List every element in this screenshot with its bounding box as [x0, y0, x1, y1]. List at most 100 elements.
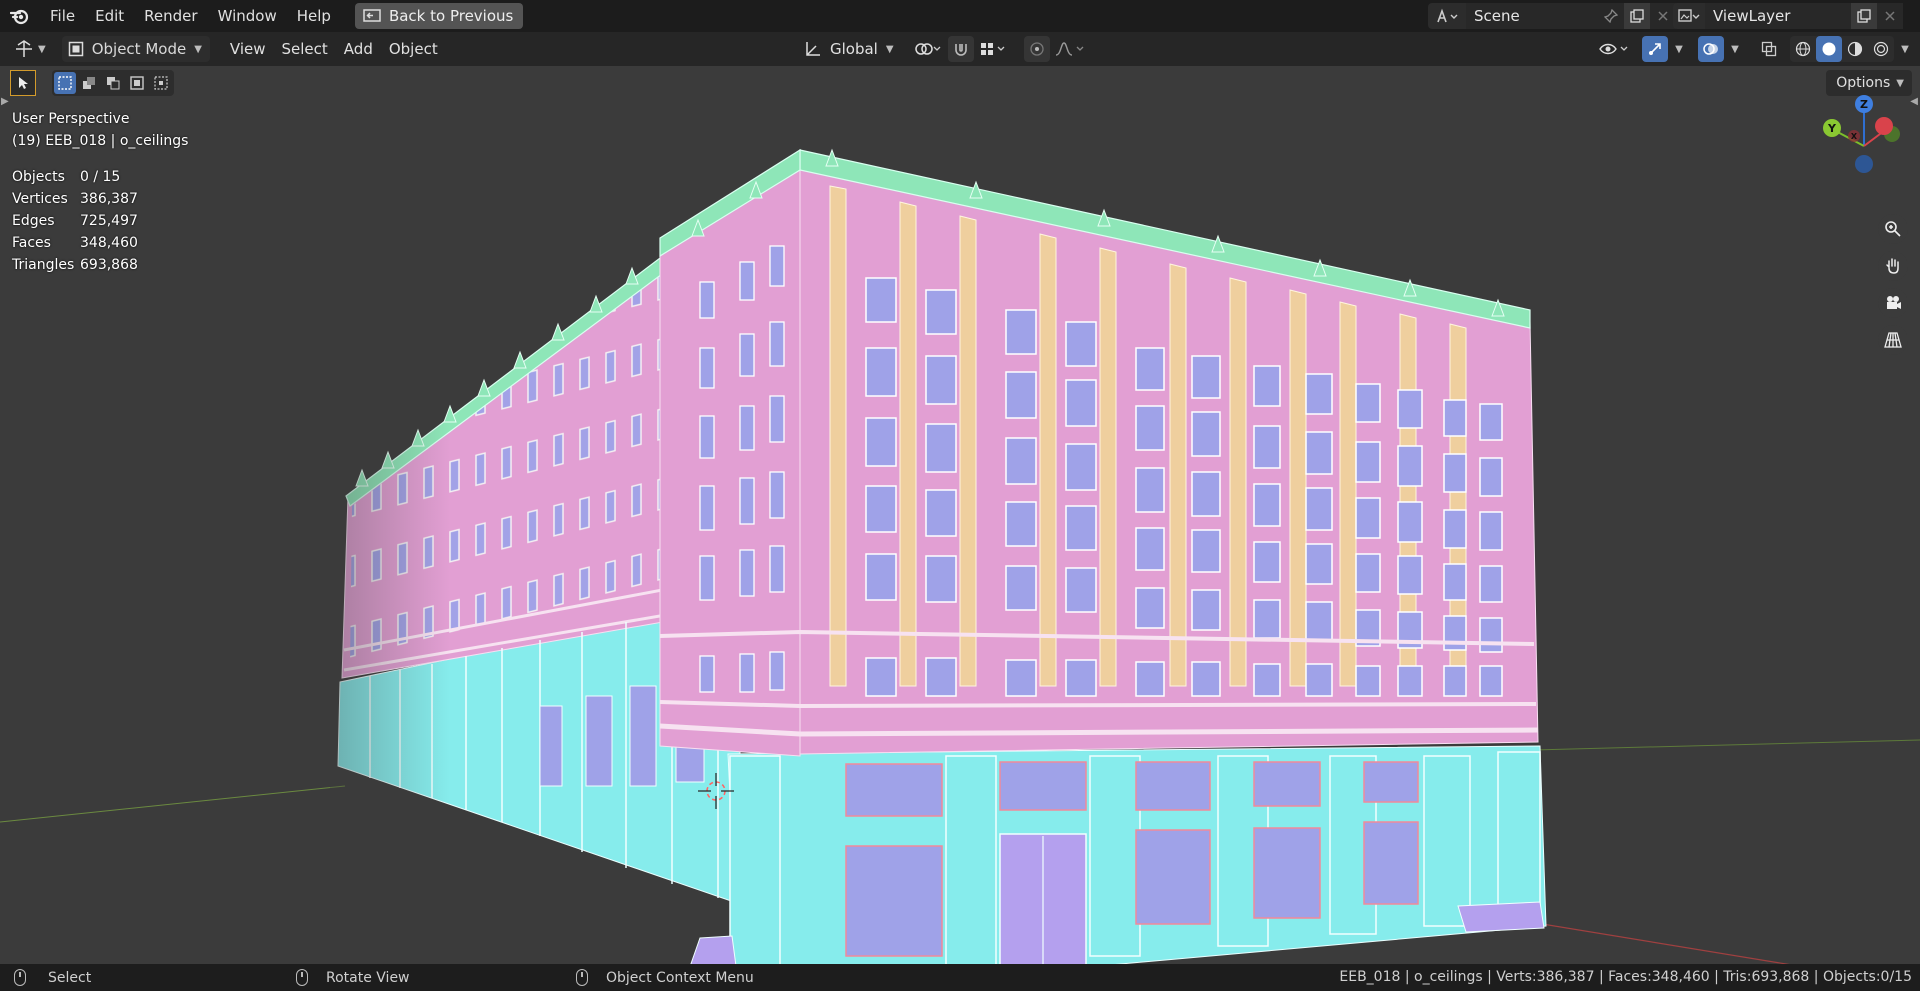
perspective-grid-icon[interactable]	[1878, 325, 1908, 355]
back-to-previous-button[interactable]: Back to Previous	[354, 3, 524, 29]
camera-view-icon[interactable]	[1878, 288, 1908, 318]
select-subtract-icon[interactable]	[102, 72, 124, 94]
select-tool-icon[interactable]	[10, 70, 36, 96]
stat-label: Objects	[12, 169, 65, 185]
menu-object[interactable]: Object	[381, 36, 446, 62]
viewport-display-tools: ▼ ▼ ▼	[1596, 36, 1914, 62]
status-context-label: Object Context Menu	[606, 969, 754, 986]
view-layer-selector: ViewLayer	[1673, 3, 1903, 29]
right-mouse-icon	[576, 969, 588, 986]
back-screen-icon	[363, 9, 381, 22]
menu-add[interactable]: Add	[336, 36, 381, 62]
viewport-info-overlay: User Perspective (19) EEB_018 | o_ceilin…	[12, 108, 188, 276]
gizmo-y-label: Y	[1827, 122, 1837, 135]
object-mode-icon	[68, 41, 83, 57]
zoom-icon[interactable]	[1878, 214, 1908, 244]
view-layer-name: ViewLayer	[1713, 7, 1791, 25]
stat-value: 725,497	[80, 213, 138, 229]
pan-hand-icon[interactable]	[1878, 251, 1908, 281]
back-to-previous-label: Back to Previous	[388, 7, 514, 25]
overlays-toggle-icon[interactable]	[1698, 36, 1724, 62]
stat-label: Vertices	[12, 191, 68, 207]
chevron-down-icon[interactable]: ▼	[1896, 36, 1914, 62]
delete-view-layer-icon[interactable]	[1877, 3, 1903, 29]
stat-row: Edges 725,497	[12, 210, 188, 232]
mode-label: Object Mode	[91, 40, 187, 58]
snap-target-icon[interactable]	[976, 36, 1012, 62]
select-intersect-icon[interactable]	[150, 72, 172, 94]
proportional-falloff-icon[interactable]	[1052, 36, 1090, 62]
chevron-down-icon: ▼	[194, 43, 202, 55]
chevron-down-icon[interactable]: ▼	[1726, 36, 1744, 62]
pin-icon[interactable]	[1598, 3, 1624, 29]
stat-row: Triangles 693,868	[12, 254, 188, 276]
scene-name: Scene	[1474, 7, 1520, 25]
blender-logo-icon[interactable]	[0, 0, 40, 32]
object-info-label: (19) EEB_018 | o_ceilings	[12, 133, 189, 149]
stat-label: Triangles	[12, 257, 75, 273]
editor-type-dropdown[interactable]: ▼	[6, 36, 54, 62]
gizmo-toggle-icon[interactable]	[1642, 36, 1668, 62]
transform-orientation-dropdown[interactable]: Global ▼	[800, 36, 898, 62]
snap-magnet-icon[interactable]	[947, 36, 974, 62]
solid-shading-icon[interactable]	[1816, 36, 1842, 62]
editor-type-icon	[16, 40, 32, 57]
menu-edit[interactable]: Edit	[85, 0, 134, 32]
orientation-label: Global	[830, 40, 878, 58]
menu-view[interactable]: View	[222, 36, 274, 62]
status-select-hint: Select	[14, 969, 91, 986]
building-model[interactable]	[0, 66, 1920, 964]
selection-mode-group	[52, 70, 174, 96]
select-extend-icon[interactable]	[78, 72, 100, 94]
scene-statistics: Objects 0 / 15 Vertices 386,387 Edges 725,4…	[12, 166, 188, 276]
new-scene-icon[interactable]	[1624, 3, 1650, 29]
x-axis-line	[0, 785, 346, 823]
gizmo-x-handle[interactable]	[1875, 117, 1893, 135]
toolbar-expand-arrow-icon[interactable]: ▶	[1, 96, 9, 107]
status-select-label: Select	[48, 969, 92, 986]
stat-value: 693,868	[80, 257, 138, 273]
tool-settings-row	[10, 70, 174, 96]
status-rotate-label: Rotate View	[326, 969, 410, 986]
stat-value: 348,460	[80, 235, 138, 251]
orientation-icon	[806, 42, 820, 56]
material-shading-icon[interactable]	[1842, 36, 1868, 62]
stat-label: Edges	[12, 213, 55, 229]
object-mode-dropdown[interactable]: Object Mode ▼	[61, 36, 210, 62]
visibility-eye-icon[interactable]	[1596, 36, 1634, 62]
stat-label: Faces	[12, 235, 51, 251]
scene-selector: Scene	[1428, 3, 1676, 29]
select-invert-icon[interactable]	[126, 72, 148, 94]
viewport-header: ▼ Object Mode ▼ View Select Add Object G…	[0, 32, 1920, 66]
wireframe-shading-icon[interactable]	[1790, 36, 1816, 62]
rendered-shading-icon[interactable]	[1868, 36, 1894, 62]
view-layer-browse-icon[interactable]	[1673, 3, 1705, 29]
scene-browse-icon[interactable]	[1428, 3, 1466, 29]
menu-select[interactable]: Select	[274, 36, 336, 62]
menu-file[interactable]: File	[40, 0, 85, 32]
menu-help[interactable]: Help	[287, 0, 341, 32]
proportional-editing-icon[interactable]	[1023, 36, 1050, 62]
stat-row: Objects 0 / 15	[12, 166, 188, 188]
new-view-layer-icon[interactable]	[1851, 3, 1877, 29]
front-entrance-door	[999, 761, 1087, 964]
menu-render[interactable]: Render	[134, 0, 207, 32]
gizmo-z-label: Z	[1860, 98, 1868, 111]
select-new-icon[interactable]	[54, 72, 76, 94]
transform-tools: Global ▼	[800, 36, 1090, 62]
menu-window[interactable]: Window	[208, 0, 287, 32]
perspective-label: User Perspective	[12, 111, 130, 127]
navigation-gizmo[interactable]: Z Y X	[1802, 84, 1912, 194]
stat-row: Faces 348,460	[12, 232, 188, 254]
chevron-down-icon: ▼	[38, 43, 46, 55]
view-layer-name-field[interactable]: ViewLayer	[1705, 3, 1851, 29]
3d-viewport[interactable]: Options ▼ User Perspective (19) EEB_018 …	[0, 66, 1920, 964]
middle-mouse-icon	[296, 969, 308, 986]
scene-name-field[interactable]: Scene	[1466, 3, 1598, 29]
stat-value: 386,387	[80, 191, 138, 207]
chevron-down-icon[interactable]: ▼	[1670, 36, 1688, 62]
xray-toggle-icon[interactable]	[1756, 36, 1782, 62]
gizmo-neg-z-handle[interactable]	[1855, 155, 1873, 173]
left-mouse-icon	[14, 969, 26, 986]
pivot-point-icon[interactable]	[910, 36, 946, 62]
